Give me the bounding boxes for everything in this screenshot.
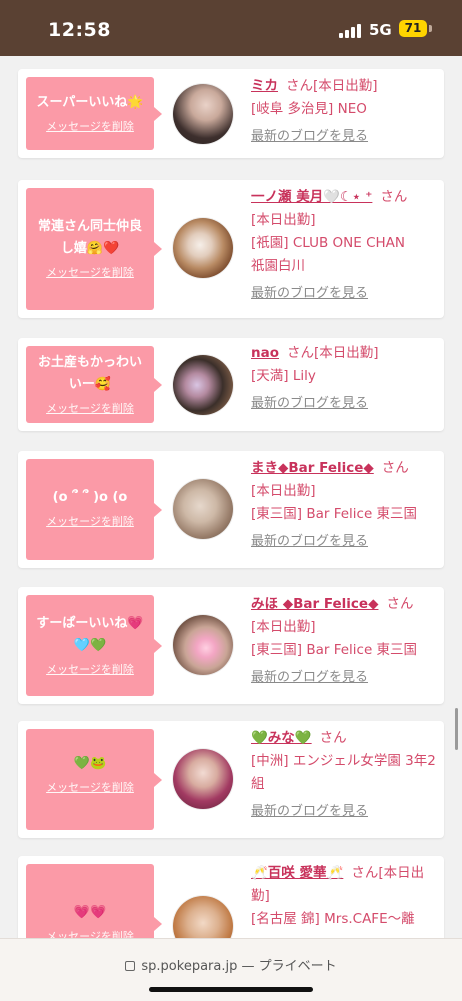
home-indicator[interactable] [149,987,313,992]
message-bubble: 常連さん同士仲良し嬉🤗❤️ メッセージを削除 [26,188,162,310]
shop-info: [天満] Lily [251,368,316,384]
message-bubble: (o ՞ ՞ )o (o メッセージを削除 [26,459,162,560]
cast-info: 💚みな💚 さん [中洲] エンジェル女学園 3年2組 最新のブログを見る [251,727,439,823]
blog-link[interactable]: 最新のブログを見る [251,800,439,823]
message-text: 💚🐸 [73,756,107,771]
message-bubble: 💗💗 メッセージを削除 [26,864,162,938]
cast-name-link[interactable]: ミカ [251,78,278,94]
attendance-status: [本日出勤] [251,483,316,499]
message-list[interactable]: スーパーいいね🌟 メッセージを削除 ミカ さん[本日出勤] [岐阜 多治見] NE… [0,56,462,938]
shop-info: [名古屋 錦] Mrs.CAFE～離 [251,911,415,927]
avatar[interactable] [173,84,233,144]
honorific: さん [380,189,408,205]
shop-info: [中洲] エンジェル女学園 3年2組 [251,753,436,792]
scrollbar[interactable] [455,708,458,750]
shop-info: [東三国] Bar Felice 東三国 [251,506,418,522]
avatar[interactable] [173,218,233,278]
delete-message-link[interactable]: メッセージを削除 [26,779,154,795]
shop-info: [岐阜 多治見] NEO [251,101,367,117]
avatar[interactable] [173,615,233,675]
battery-tip [429,25,432,32]
honorific: さん [287,345,314,361]
delete-message-link[interactable]: メッセージを削除 [26,661,154,677]
lock-icon [125,961,136,971]
cast-info: まき◆Bar Felice◆ さん [本日出勤] [東三国] Bar Felice… [251,457,439,553]
cast-name-link[interactable]: 💚みな💚 [251,730,312,746]
blog-link[interactable]: 最新のブログを見る [251,666,439,689]
delete-message-link[interactable]: メッセージを削除 [26,264,154,280]
message-card: 常連さん同士仲良し嬉🤗❤️ メッセージを削除 一ノ瀬 美月🤍☾⋆ ⁺ さん [本日… [18,180,444,318]
message-card: (o ՞ ՞ )o (o メッセージを削除 まき◆Bar Felice◆ さん [… [18,451,444,568]
attendance-status: [本日出勤] [251,212,316,228]
message-text: 💗💗 [73,905,107,920]
cast-name-link[interactable]: みほ ◆Bar Felice◆ [251,596,378,612]
delete-message-link[interactable]: メッセージを削除 [26,928,154,938]
cast-info: 🥂百咲 愛華🥂 さん[本日出勤] [名古屋 錦] Mrs.CAFE～離 [251,862,439,931]
avatar[interactable] [173,479,233,539]
avatar[interactable] [173,749,233,809]
attendance-status: [本日出勤] [314,345,379,361]
cast-name-link[interactable]: nao [251,345,279,361]
message-card: スーパーいいね🌟 メッセージを削除 ミカ さん[本日出勤] [岐阜 多治見] NE… [18,69,444,158]
avatar[interactable] [173,896,233,938]
cast-info: ミカ さん[本日出勤] [岐阜 多治見] NEO 最新のブログを見る [251,75,439,148]
message-text: (o ՞ ՞ )o (o [52,490,128,505]
message-card: 💗💗 メッセージを削除 🥂百咲 愛華🥂 さん[本日出勤] [名古屋 錦] Mrs.… [18,856,444,938]
blog-link[interactable]: 最新のブログを見る [251,392,439,415]
message-bubble: 💚🐸 メッセージを削除 [26,729,162,830]
battery-icon: 71 [399,20,427,37]
honorific: さん [386,596,414,612]
blog-link[interactable]: 最新のブログを見る [251,530,439,553]
status-bar: 12:58 5G 71 [0,0,462,56]
message-bubble: スーパーいいね🌟 メッセージを削除 [26,77,162,150]
cast-name-link[interactable]: まき◆Bar Felice◆ [251,460,374,476]
url-label: sp.pokepara.jp — プライベート [141,959,337,974]
message-text: 常連さん同士仲良し嬉🤗❤️ [37,219,142,256]
cast-info: 一ノ瀬 美月🤍☾⋆ ⁺ さん [本日出勤] [祇園] CLUB ONE CHAN … [251,186,439,305]
honorific: さん [319,730,347,746]
message-text: お土産もかっわいいー🥰 [37,355,142,392]
network-label: 5G [369,21,392,39]
blog-link[interactable]: 最新のブログを見る [251,125,439,148]
shop-info-cont: 祇園白川 [251,258,305,274]
cast-name-link[interactable]: 一ノ瀬 美月🤍☾⋆ ⁺ [251,189,372,205]
attendance-status: [本日出勤] [313,78,378,94]
delete-message-link[interactable]: メッセージを削除 [26,118,154,134]
attendance-status: [本日出勤] [251,619,316,635]
cast-info: nao さん[本日出勤] [天満] Lily 最新のブログを見る [251,342,439,415]
message-bubble: お土産もかっわいいー🥰 メッセージを削除 [26,346,162,423]
delete-message-link[interactable]: メッセージを削除 [26,513,154,529]
cast-name-link[interactable]: 🥂百咲 愛華🥂 [251,865,343,881]
message-card: お土産もかっわいいー🥰 メッセージを削除 nao さん[本日出勤] [天満] Li… [18,338,444,431]
message-text: すーぱーいいね💗🩵💚 [36,616,144,653]
avatar[interactable] [173,355,233,415]
status-time: 12:58 [48,19,111,41]
message-text: スーパーいいね🌟 [36,95,144,110]
honorific: さん [286,78,313,94]
delete-message-link[interactable]: メッセージを削除 [26,400,154,416]
browser-url-bar[interactable]: sp.pokepara.jp — プライベート [0,938,462,1001]
message-card: 💚🐸 メッセージを削除 💚みな💚 さん [中洲] エンジェル女学園 3年2組 最新… [18,721,444,838]
message-card: すーぱーいいね💗🩵💚 メッセージを削除 みほ ◆Bar Felice◆ さん [本… [18,587,444,704]
signal-icon [339,22,363,38]
shop-info: [祇園] CLUB ONE CHAN [251,235,405,251]
url-text[interactable]: sp.pokepara.jp — プライベート [0,955,462,974]
blog-link[interactable]: 最新のブログを見る [251,282,439,305]
message-bubble: すーぱーいいね💗🩵💚 メッセージを削除 [26,595,162,696]
shop-info: [東三国] Bar Felice 東三国 [251,642,418,658]
honorific: さん [351,865,379,881]
cast-info: みほ ◆Bar Felice◆ さん [本日出勤] [東三国] Bar Felic… [251,593,439,689]
honorific: さん [381,460,409,476]
